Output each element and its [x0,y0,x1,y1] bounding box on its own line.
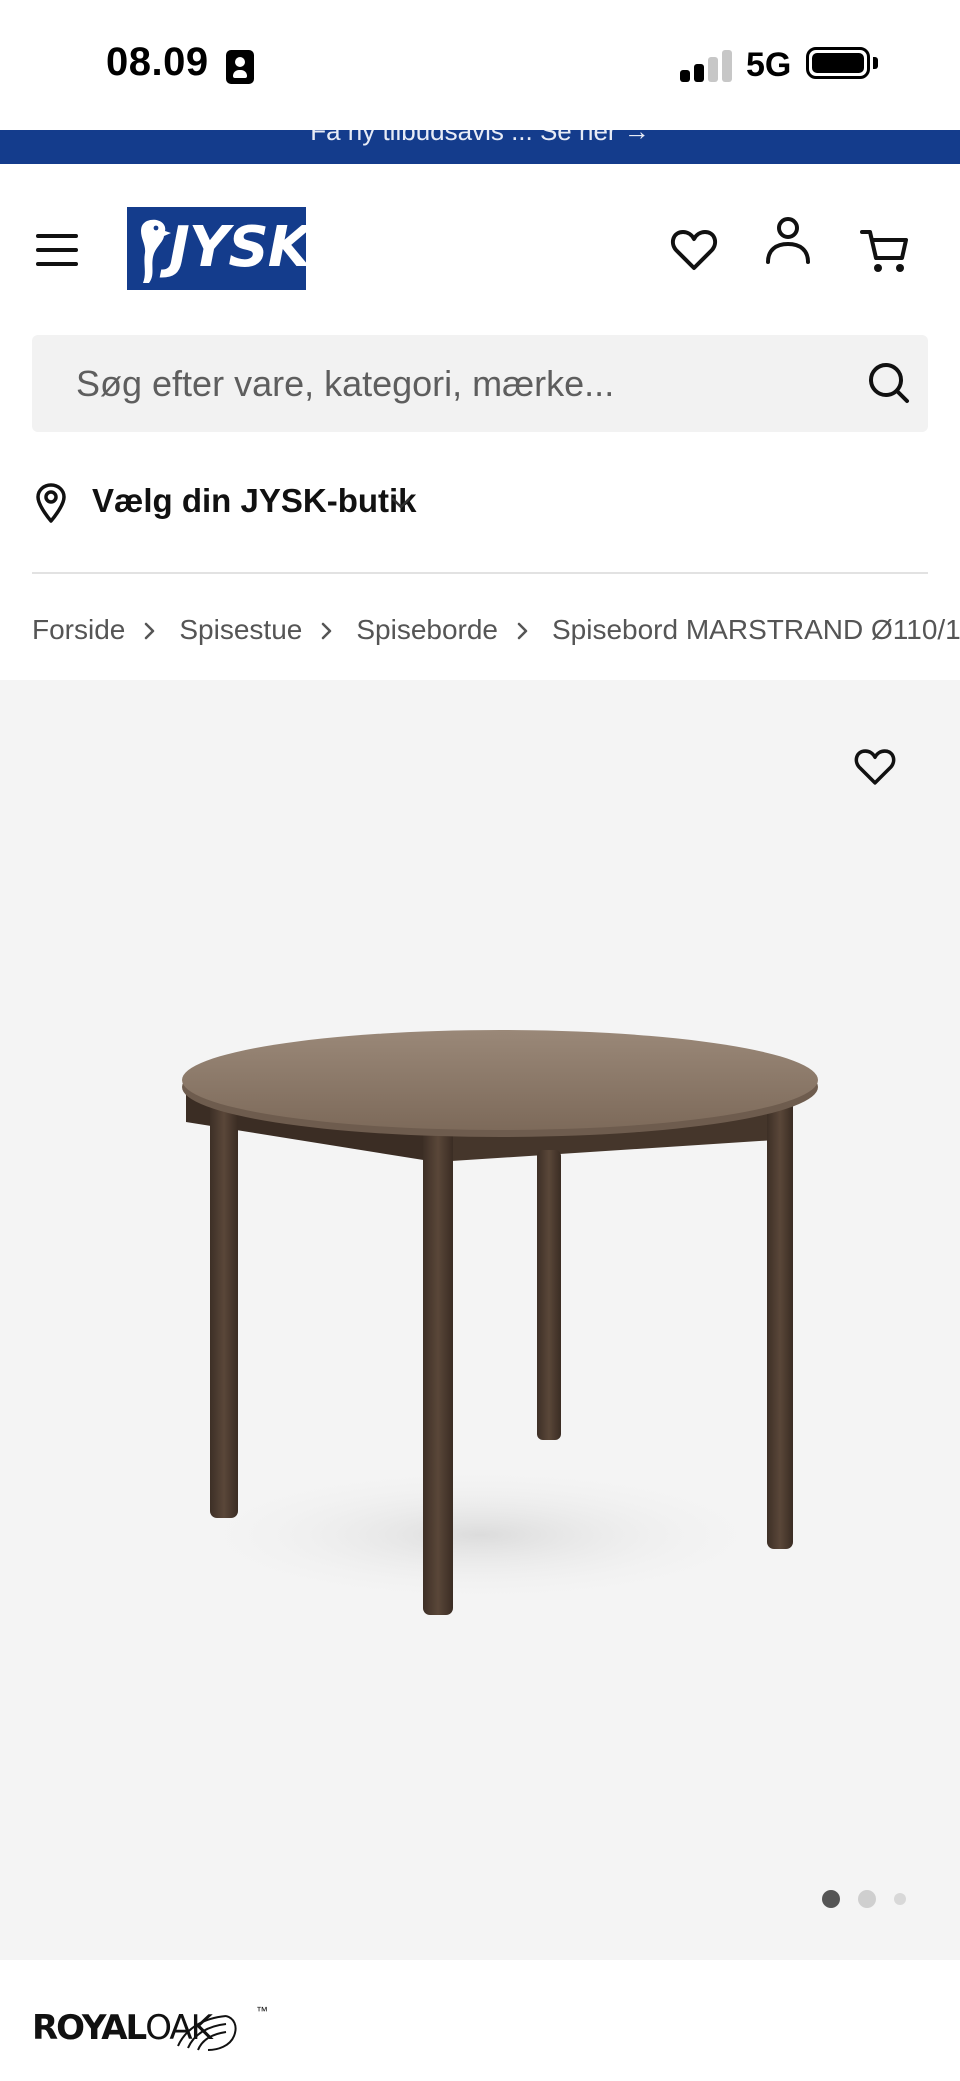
add-to-favorites-heart-icon[interactable] [852,744,898,790]
cellular-signal-icon [680,50,732,82]
breadcrumb-item-forside[interactable]: Forside [32,614,125,646]
image-carousel-pagination[interactable] [818,1886,918,1910]
heart-icon[interactable] [668,224,720,276]
promo-banner-text[interactable]: Få ny tilbudsavis ... Se her → [0,130,960,147]
trademark-symbol: ™ [256,2004,268,2018]
store-selector[interactable]: Vælg din JYSK-butik [32,470,452,530]
search-bar[interactable] [32,335,928,432]
breadcrumb-item-spisestue[interactable]: Spisestue [179,614,302,646]
product-gallery[interactable] [0,680,960,1960]
divider [32,572,928,574]
battery-cap [873,57,878,69]
status-time: 08.09 [106,40,209,84]
chevron-right-icon [125,620,179,640]
logo-text: JYSK [169,215,311,280]
brand-name-bold: ROYAL [32,2008,147,2048]
breadcrumb: Forside Spisestue Spiseborde Spisebord MARS… [32,612,960,652]
carousel-dot[interactable] [894,1893,906,1905]
cart-icon[interactable] [858,224,910,276]
search-icon[interactable] [865,359,913,407]
store-selector-label[interactable]: Vælg din JYSK-butik [92,482,417,520]
jysk-logo[interactable]: JYSK [127,207,311,290]
location-pin-icon [34,482,68,524]
brand-logo-royal-oak[interactable]: ROYALOAK ™ [32,2004,268,2068]
site-header: JYSK [0,164,960,334]
status-bar: 08.09 5G [0,0,960,130]
battery-icon [806,47,870,79]
product-image-dining-table[interactable] [140,1010,820,1620]
chevron-right-icon [498,620,552,640]
carousel-dot[interactable] [858,1890,876,1908]
search-input[interactable] [76,335,836,432]
user-icon[interactable] [762,214,814,266]
promo-banner[interactable]: Få ny tilbudsavis ... Se her → [0,130,960,164]
breadcrumb-item-current: Spisebord MARSTRAND Ø110/1 [552,613,960,645]
contact-card-icon [226,50,254,84]
breadcrumb-item-spiseborde[interactable]: Spiseborde [356,614,498,646]
bird-logo-icon [141,219,171,283]
chevron-right-icon [302,620,356,640]
carousel-dot-active[interactable] [822,1890,840,1908]
chevron-down-icon[interactable] [390,496,412,510]
menu-icon[interactable] [36,234,78,266]
network-type: 5G [746,46,792,84]
brand-arcs-icon [177,2015,237,2051]
